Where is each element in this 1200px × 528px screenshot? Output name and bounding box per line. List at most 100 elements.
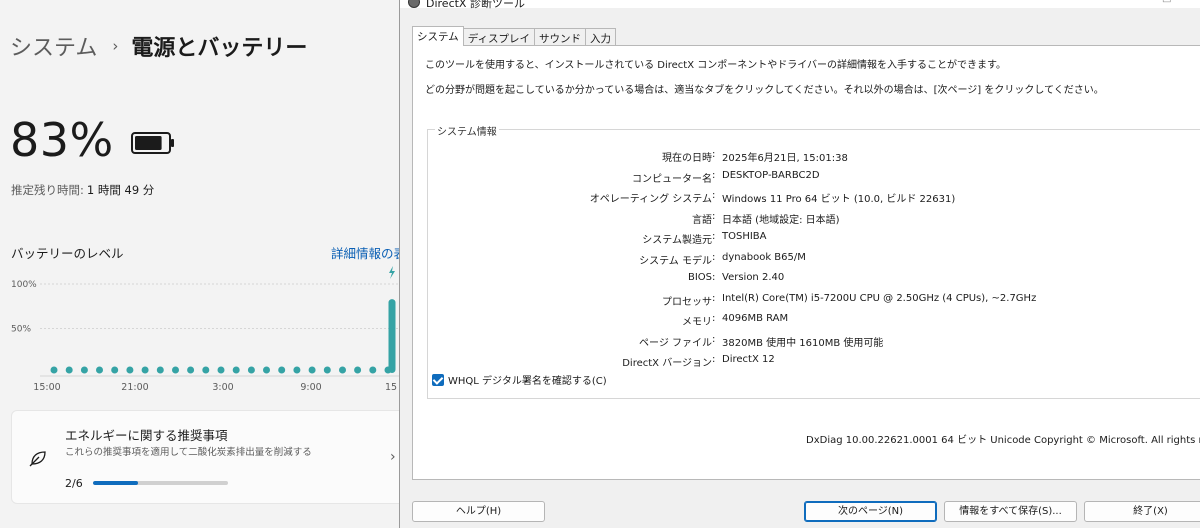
chart-bar — [156, 366, 164, 374]
info-row: DirectX バージョン: DirectX 12 — [622, 354, 775, 369]
info-label-computer-name: コンピューター名 — [632, 174, 712, 185]
chart-bar — [339, 366, 346, 374]
info-row: コンピューター名: DESKTOP-BARBC2D — [632, 170, 820, 185]
chart-bar — [65, 366, 73, 374]
info-row: メモリ: 4096MB RAM — [682, 313, 789, 328]
info-value-language: 日本語 (地域設定: 日本語) — [722, 215, 840, 226]
info-row: 現在の日時: 2025年6月21日, 15:01:38 — [662, 149, 848, 164]
tab-system[interactable]: システム — [412, 26, 464, 46]
chart-bar — [96, 366, 103, 374]
info-row: プロセッサ: Intel(R) Core(TM) i5-7200U CPU @ … — [662, 293, 1037, 308]
info-label-directx-version: DirectX バージョン — [622, 358, 712, 369]
system-info-title: システム情報 — [435, 123, 499, 138]
save-all-info-button[interactable]: 情報をすべて保存(S)... — [944, 501, 1077, 522]
chart-bar — [247, 366, 255, 374]
next-page-button[interactable]: 次のページ(N) — [804, 501, 937, 522]
breadcrumb: システム › 電源とバッテリー — [10, 30, 307, 62]
info-value-manufacturer: TOSHIBA — [722, 231, 767, 242]
leaf-icon — [29, 451, 46, 467]
settings-window: システム › 電源とバッテリー 83% 推定残り時間: 1 時間 49 分 バッテ… — [0, 0, 400, 528]
chevron-right-icon: › — [390, 449, 396, 465]
info-label-processor: プロセッサ — [662, 297, 712, 308]
battery-percent: 83% — [10, 113, 114, 167]
battery-level-chart: 100% 50% 15:00 21:00 3:00 9:00 15 — [11, 266, 400, 393]
info-value-computer-name: DESKTOP-BARBC2D — [722, 170, 820, 181]
chart-bar — [80, 366, 88, 374]
directx-icon — [408, 0, 420, 8]
info-row: 言語: 日本語 (地域設定: 日本語) — [692, 211, 840, 226]
exit-button[interactable]: 終了(X) — [1084, 501, 1200, 522]
chart-x-tick-label: 21:00 — [121, 382, 148, 393]
lightning-bolt-icon — [389, 266, 395, 279]
chart-bar — [369, 366, 377, 374]
recommendation-progress-bar — [93, 481, 228, 485]
remaining-time: 推定残り時間: 1 時間 49 分 — [11, 182, 154, 198]
chart-bar — [50, 366, 58, 374]
breadcrumb-parent-system[interactable]: システム — [10, 30, 97, 62]
page-title: 電源とバッテリー — [131, 36, 308, 61]
tab-input[interactable]: 入力 — [584, 28, 616, 46]
chart-bar — [263, 366, 270, 374]
energy-recommendation-card[interactable]: エネルギーに関する推奨事項 これらの推奨事項を適用して二酸化炭素排出量を削減する… — [11, 410, 400, 504]
info-label-datetime: 現在の日時 — [662, 153, 712, 164]
info-value-processor: Intel(R) Core(TM) i5-7200U CPU @ 2.50GHz… — [722, 293, 1037, 304]
version-copyright: DxDiag 10.00.22621.0001 64 ビット Unicode C… — [806, 435, 1200, 446]
details-link[interactable]: 詳細情報の表 — [331, 243, 400, 262]
info-label-model: システム モデル — [639, 256, 712, 267]
chart-bar — [232, 366, 240, 374]
chart-x-tick-label: 9:00 — [300, 382, 321, 393]
info-value-datetime: 2025年6月21日, 15:01:38 — [722, 153, 848, 164]
chart-bar — [354, 366, 362, 374]
info-value-page-file: 3820MB 使用中 1610MB 使用可能 — [722, 338, 884, 349]
info-label-language: 言語 — [692, 215, 712, 226]
dxdiag-titlebar[interactable]: DirectX 診断ツール □ — [400, 0, 1200, 10]
info-value-memory: 4096MB RAM — [722, 313, 789, 324]
help-button[interactable]: ヘルプ(H) — [412, 501, 545, 522]
intro-text-2: どの分野が問題を起こしているか分かっている場合は、適当なタブをクリックしてくださ… — [425, 85, 1104, 96]
system-info-group: システム情報 現在の日時: 2025年6月21日, 15:01:38 コンピュー… — [427, 123, 1200, 399]
remaining-time-label: 推定残り時間: — [11, 183, 84, 197]
chart-bar — [323, 366, 331, 374]
chart-bar — [278, 366, 286, 374]
tab-display[interactable]: ディスプレイ — [462, 28, 535, 46]
dxdiag-window: DirectX 診断ツール □ システム ディスプレイ サウンド 入力 このツー… — [399, 0, 1200, 528]
info-row: BIOS: Version 2.40 — [687, 272, 785, 283]
chart-bar — [126, 366, 134, 374]
recommendation-description: これらの推奨事項を適用して二酸化炭素排出量を削減する — [65, 447, 312, 458]
chart-bar — [172, 366, 179, 374]
chart-bar — [141, 366, 149, 374]
info-label-page-file: ページ ファイル — [639, 338, 712, 349]
info-label-manufacturer: システム製造元 — [642, 235, 712, 246]
dxdiag-title: DirectX 診断ツール — [426, 0, 525, 10]
info-row: システム モデル: dynabook B65/M — [639, 252, 806, 267]
chart-bar — [293, 366, 301, 374]
chart-x-tick-label: 15:00 — [33, 382, 60, 393]
battery-icon — [131, 132, 174, 154]
breadcrumb-separator: › — [112, 37, 119, 55]
info-value-bios: Version 2.40 — [722, 272, 785, 283]
chart-bar — [388, 299, 396, 373]
chart-x-tick-label: 15 — [385, 382, 397, 393]
whql-label[interactable]: WHQL デジタル署名を確認する(C) — [448, 372, 607, 387]
info-label-bios: BIOS — [687, 272, 712, 283]
chart-bar — [202, 366, 210, 374]
info-row: ページ ファイル: 3820MB 使用中 1610MB 使用可能 — [639, 334, 884, 349]
recommendation-title: エネルギーに関する推奨事項 — [65, 428, 228, 443]
info-value-directx-version: DirectX 12 — [722, 354, 775, 365]
chart-bar — [308, 366, 316, 374]
chart-y-tick-label: 100% — [11, 280, 37, 290]
tab-sound[interactable]: サウンド — [533, 28, 586, 46]
intro-text-1: このツールを使用すると、インストールされている DirectX コンポーネントや… — [425, 60, 1007, 71]
whql-checkbox[interactable] — [432, 373, 444, 386]
chart-bar — [187, 366, 195, 374]
close-icon[interactable]: □ — [1162, 0, 1171, 4]
info-value-model: dynabook B65/M — [722, 252, 806, 263]
battery-level-title: バッテリーのレベル — [11, 246, 124, 261]
info-row: システム製造元: TOSHIBA — [642, 231, 767, 246]
chart-bar — [217, 366, 225, 374]
recommendation-progress-fill — [93, 481, 138, 485]
remaining-time-value: 1 時間 49 分 — [86, 183, 155, 197]
info-value-os: Windows 11 Pro 64 ビット (10.0, ビルド 22631) — [722, 194, 956, 205]
chart-x-tick-label: 3:00 — [212, 382, 233, 393]
whql-option[interactable]: WHQL デジタル署名を確認する(C) — [432, 372, 607, 387]
